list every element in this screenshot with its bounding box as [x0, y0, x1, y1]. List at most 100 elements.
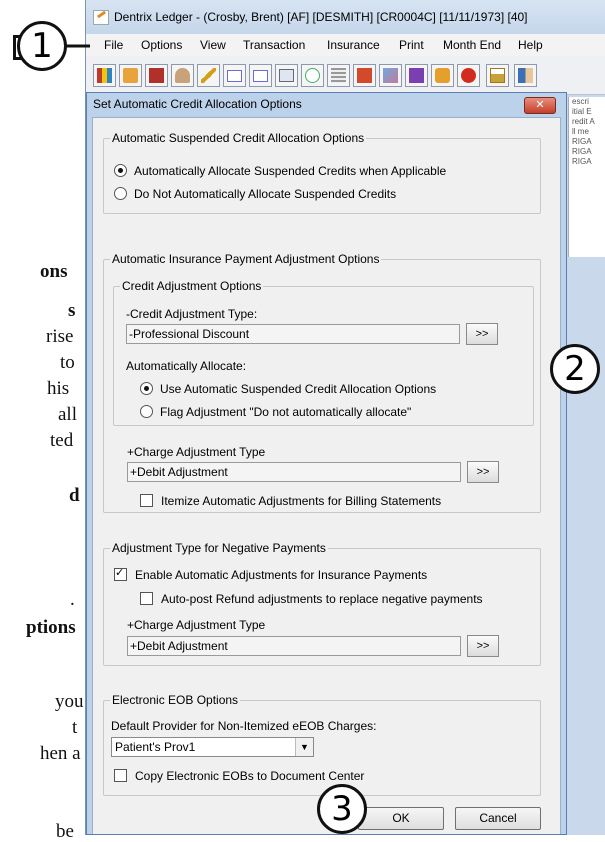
toolbar-button[interactable]: [457, 64, 480, 87]
itemize-checkbox[interactable]: Itemize Automatic Adjustments for Billin…: [140, 494, 441, 508]
toolbar-button[interactable]: [379, 64, 402, 87]
menu-view[interactable]: View: [200, 38, 226, 52]
payment-icon: [227, 70, 242, 82]
suspended-credit-legend: Automatic Suspended Credit Allocation Op…: [112, 131, 365, 145]
checkbox-checked[interactable]: [114, 566, 127, 581]
radio-selected[interactable]: [114, 164, 127, 177]
list-item: itial E: [572, 107, 592, 116]
default-provider-dropdown[interactable]: Patient's Prov1 ▼: [111, 737, 314, 757]
checkbox-unchecked[interactable]: [140, 592, 153, 605]
credit-allocation-dialog: Set Automatic Credit Allocation Options …: [86, 92, 567, 835]
dialog-title-bar: Set Automatic Credit Allocation Options …: [87, 93, 566, 118]
ok-button[interactable]: OK: [358, 807, 444, 830]
doc-text-fragment: d: [69, 485, 80, 506]
doc-text-fragment: s: [68, 300, 76, 321]
auto-allocate-label: Automatically Allocate:: [126, 359, 247, 373]
close-button[interactable]: ✕: [524, 97, 556, 114]
patient-chart-icon: [123, 68, 138, 83]
cancel-button[interactable]: Cancel: [455, 807, 541, 830]
edit-icon: [383, 68, 398, 83]
doc-text-fragment: t: [72, 717, 78, 738]
enable-auto-adjust-checkbox[interactable]: Enable Automatic Adjustments for Insuran…: [114, 566, 428, 582]
toolbar-button[interactable]: [301, 64, 324, 87]
flag-adjustment-radio[interactable]: Flag Adjustment "Do not automatically al…: [140, 405, 411, 419]
doc-text-fragment: ptions: [26, 617, 76, 638]
treatment-icon: [435, 68, 450, 83]
autopost-refund-checkbox[interactable]: Auto-post Refund adjustments to replace …: [140, 592, 483, 606]
toolbar-button[interactable]: [514, 64, 537, 87]
chevron-down-icon[interactable]: ▼: [295, 738, 313, 756]
menu-help[interactable]: Help: [518, 38, 543, 52]
negative-payments-group: Adjustment Type for Negative Payments En…: [103, 542, 541, 666]
ledger-app-icon: [93, 10, 109, 25]
callout-2: 2: [550, 344, 600, 394]
doc-text-fragment: ons: [40, 261, 68, 282]
list-item: escri: [572, 97, 589, 106]
credit-type-field[interactable]: -Professional Discount: [126, 324, 460, 344]
menu-transaction[interactable]: Transaction: [243, 38, 305, 52]
doc-text-fragment: all: [58, 404, 77, 425]
copy-eob-checkbox[interactable]: Copy Electronic EOBs to Document Center: [114, 769, 364, 783]
itemize-label: Itemize Automatic Adjustments for Billin…: [161, 494, 442, 508]
use-suspended-options-radio[interactable]: Use Automatic Suspended Credit Allocatio…: [140, 382, 436, 396]
no-auto-allocate-radio[interactable]: Do Not Automatically Allocate Suspended …: [114, 187, 396, 201]
suspended-credit-group: Automatic Suspended Credit Allocation Op…: [103, 132, 541, 214]
use-suspended-options-label: Use Automatic Suspended Credit Allocatio…: [160, 382, 437, 396]
credit-type-browse-button[interactable]: >>: [466, 323, 498, 345]
toolbar-button[interactable]: [197, 64, 220, 87]
insurance-adjustment-group: Automatic Insurance Payment Adjustment O…: [103, 253, 541, 513]
charge-type-field[interactable]: +Debit Adjustment: [127, 462, 461, 482]
toolbar-button[interactable]: [275, 64, 298, 87]
toolbar-button[interactable]: [119, 64, 142, 87]
radio-unselected[interactable]: [114, 187, 127, 200]
doc-text-fragment: .: [70, 589, 75, 610]
toolbar-button[interactable]: [405, 64, 428, 87]
radio-selected[interactable]: [140, 382, 153, 395]
calculator-icon: [331, 68, 346, 83]
menu-insurance[interactable]: Insurance: [327, 38, 380, 52]
toolbar-button[interactable]: [145, 64, 168, 87]
menu-print[interactable]: Print: [399, 38, 424, 52]
toolbar-button[interactable]: [327, 64, 350, 87]
doc-text-fragment: his: [47, 378, 70, 399]
notebook-icon: [409, 68, 424, 83]
dialog-body: Automatic Suspended Credit Allocation Op…: [92, 117, 561, 834]
list-item: RIGA: [572, 157, 592, 166]
toolbar-button[interactable]: [93, 64, 116, 87]
email-icon: [305, 68, 320, 83]
checkbox-unchecked[interactable]: [114, 769, 127, 782]
prescription-icon: [357, 68, 372, 83]
book-icon: [149, 68, 164, 83]
toolbar-button[interactable]: [249, 64, 272, 87]
claim-icon: [279, 69, 294, 82]
list-item: RIGA: [572, 147, 592, 156]
charge-type-label: +Charge Adjustment Type: [127, 445, 266, 459]
pencil-icon: [201, 68, 216, 83]
credit-icon: [253, 70, 268, 82]
apple-icon: [461, 68, 476, 83]
autopost-refund-label: Auto-post Refund adjustments to replace …: [161, 592, 483, 606]
toolbar-button[interactable]: [431, 64, 454, 87]
toolbar-button[interactable]: [353, 64, 376, 87]
negative-charge-type-field[interactable]: +Debit Adjustment: [127, 636, 461, 656]
charge-type-browse-button[interactable]: >>: [467, 461, 499, 483]
auto-allocate-radio[interactable]: Automatically Allocate Suspended Credits…: [114, 164, 446, 178]
enable-auto-adjust-label: Enable Automatic Adjustments for Insuran…: [135, 568, 428, 582]
toolbar-button[interactable]: [223, 64, 246, 87]
callout-1: 1: [17, 21, 67, 71]
person-icon: [175, 68, 190, 83]
doc-text-fragment: ted: [50, 430, 74, 451]
toolbar-button[interactable]: [171, 64, 194, 87]
menu-file[interactable]: File: [104, 38, 123, 52]
radio-unselected[interactable]: [140, 405, 153, 418]
auto-allocate-label: Automatically Allocate Suspended Credits…: [134, 164, 447, 178]
checkbox-unchecked[interactable]: [140, 494, 153, 507]
insurance-adjustment-legend: Automatic Insurance Payment Adjustment O…: [112, 252, 380, 266]
menu-month-end[interactable]: Month End: [443, 38, 501, 52]
no-auto-allocate-label: Do Not Automatically Allocate Suspended …: [134, 187, 397, 201]
negative-charge-type-browse-button[interactable]: >>: [467, 635, 499, 657]
menu-options[interactable]: Options: [141, 38, 182, 52]
credit-type-label: -Credit Adjustment Type:: [126, 307, 258, 321]
list-item: ll me: [572, 127, 589, 136]
toolbar-button[interactable]: [486, 64, 509, 87]
